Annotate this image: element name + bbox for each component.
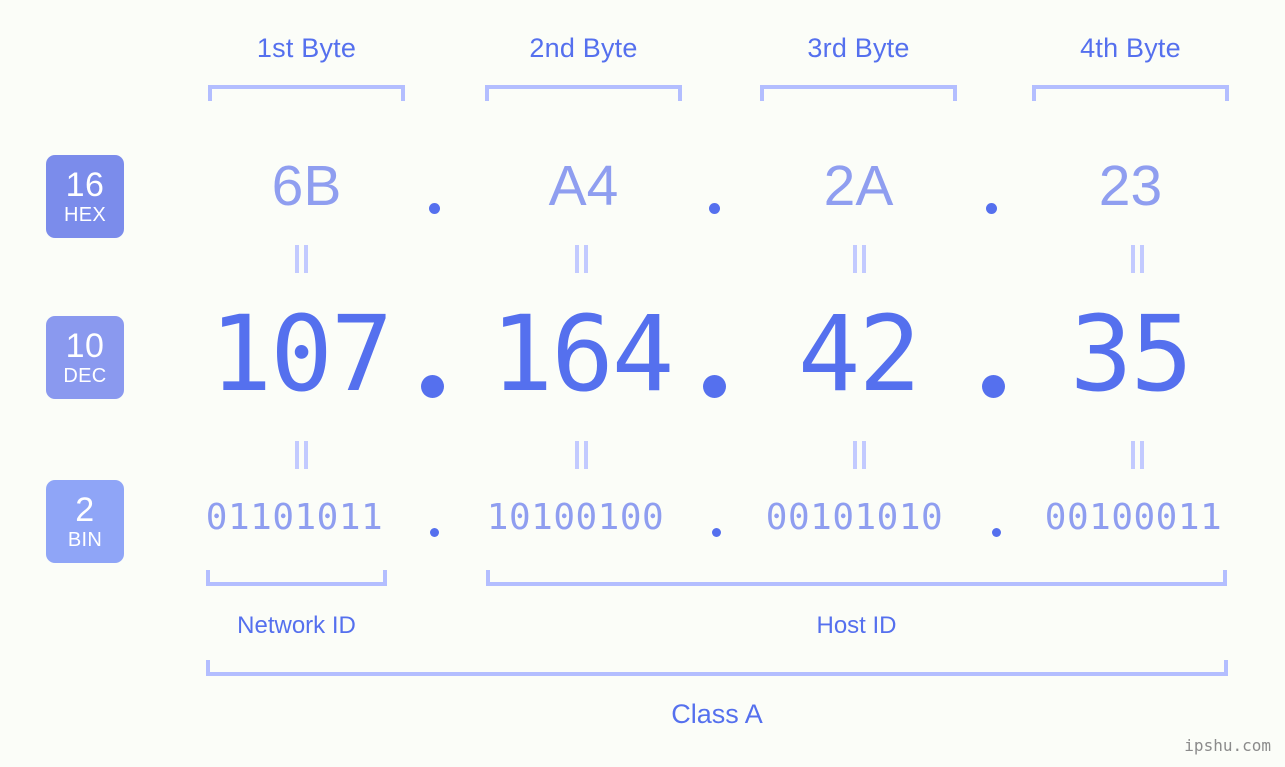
hex-separator-dot-3 xyxy=(986,203,997,214)
dec-separator-dot-2 xyxy=(703,375,726,398)
dec-value-4: 35 xyxy=(1069,293,1193,415)
bin-value-1: 01101011 xyxy=(205,497,384,538)
bin-value-3: 00101010 xyxy=(765,497,944,538)
equals-icon-hex-dec-1 xyxy=(290,245,312,273)
equals-icon-dec-bin-1 xyxy=(290,441,312,469)
dec-separator-dot-3 xyxy=(982,375,1005,398)
hex-value-3: 2A xyxy=(823,154,894,218)
ip-breakdown-diagram: 1st Byte 2nd Byte 3rd Byte 4th Byte 16 H… xyxy=(0,0,1285,767)
dec-separator-dot-1 xyxy=(421,375,444,398)
bin-value-4: 00100011 xyxy=(1044,497,1223,538)
byte-bracket-2 xyxy=(485,85,682,101)
base-badge-dec-abbr: DEC xyxy=(63,365,107,387)
equals-icon-hex-dec-2 xyxy=(570,245,592,273)
hex-separator-dot-1 xyxy=(429,203,440,214)
equals-icon-dec-bin-4 xyxy=(1126,441,1148,469)
hex-value-4: 23 xyxy=(1098,154,1163,218)
base-badge-hex-number: 16 xyxy=(65,166,105,204)
equals-icon-dec-bin-2 xyxy=(570,441,592,469)
base-badge-dec-number: 10 xyxy=(65,327,105,365)
bin-separator-dot-1 xyxy=(430,528,439,537)
byte-header-label-3: 3rd Byte xyxy=(807,33,910,63)
hex-value-2: A4 xyxy=(548,154,619,218)
base-badge-hex: 16 HEX xyxy=(46,155,124,238)
bin-separator-dot-3 xyxy=(992,528,1001,537)
base-badge-bin: 2 BIN xyxy=(46,480,124,563)
base-badge-hex-abbr: HEX xyxy=(63,204,107,226)
base-badge-bin-abbr: BIN xyxy=(67,529,103,551)
byte-header-label-1: 1st Byte xyxy=(256,33,357,63)
hex-value-1: 6B xyxy=(271,154,342,218)
base-badge-dec: 10 DEC xyxy=(46,316,124,399)
watermark: ipshu.com xyxy=(1184,736,1271,755)
dec-value-3: 42 xyxy=(797,293,921,415)
byte-bracket-4 xyxy=(1032,85,1229,101)
equals-icon-hex-dec-4 xyxy=(1126,245,1148,273)
network-id-label: Network ID xyxy=(237,612,356,639)
byte-bracket-3 xyxy=(760,85,957,101)
byte-header-label-2: 2nd Byte xyxy=(529,33,638,63)
class-label: Class A xyxy=(671,699,763,729)
dec-value-1: 107 xyxy=(209,293,394,415)
byte-bracket-1 xyxy=(208,85,405,101)
host-id-bracket xyxy=(486,570,1227,586)
network-id-bracket xyxy=(206,570,387,586)
bin-separator-dot-2 xyxy=(712,528,721,537)
class-bracket xyxy=(206,660,1228,676)
host-id-label: Host ID xyxy=(816,612,897,639)
bin-value-2: 10100100 xyxy=(486,497,665,538)
dec-value-2: 164 xyxy=(490,293,675,415)
byte-header-label-4: 4th Byte xyxy=(1080,33,1181,63)
equals-icon-hex-dec-3 xyxy=(848,245,870,273)
hex-separator-dot-2 xyxy=(709,203,720,214)
equals-icon-dec-bin-3 xyxy=(848,441,870,469)
base-badge-bin-number: 2 xyxy=(75,491,95,529)
